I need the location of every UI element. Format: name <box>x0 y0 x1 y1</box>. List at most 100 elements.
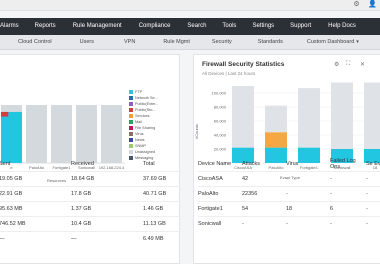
col-total[interactable]: Total <box>143 157 181 172</box>
nav-search[interactable]: Search <box>187 18 206 35</box>
tab-rule-mgmt[interactable]: Rule Mgmt <box>163 35 190 49</box>
user-icon[interactable]: 👤 <box>368 1 377 8</box>
cell-sent: — <box>0 231 71 246</box>
bar-segment[interactable] <box>298 88 320 148</box>
bar-segment[interactable] <box>265 105 287 133</box>
legend-swatch <box>129 90 133 94</box>
cell-device: PaloAlto <box>198 186 242 202</box>
cell-received: 18.64 GB <box>71 171 143 187</box>
legend-swatch <box>129 108 133 112</box>
legend-swatch <box>129 138 133 142</box>
table-row[interactable]: 95.63 MB 1.37 GB 1.46 GB <box>0 201 181 217</box>
tab-vpn[interactable]: VPN <box>124 35 135 49</box>
col-failed-logons[interactable]: Failed Log Ons <box>330 157 366 172</box>
col-received[interactable]: Received <box>71 157 143 172</box>
table-row[interactable]: ——6.49 MB <box>0 231 181 246</box>
cell-attacks: - <box>242 216 286 231</box>
cell-sent: 19.05 GB <box>0 171 71 187</box>
nav-settings[interactable]: Settings <box>252 18 274 35</box>
legend-swatch <box>129 150 133 154</box>
cell-failed-logons: 6 <box>330 201 366 217</box>
legend-swatch <box>129 132 133 136</box>
legend-swatch <box>129 120 133 124</box>
nav-help-docs[interactable]: Help Docs <box>328 18 356 35</box>
table-row[interactable]: 19.05 GB 18.64 GB 37.69 GB <box>0 171 181 187</box>
tab-standards[interactable]: Standards <box>258 35 283 49</box>
nav-reports[interactable]: Reports <box>35 18 56 35</box>
legend-swatch <box>129 114 133 118</box>
traffic-table: Sent Received Total 19.05 GB 18.64 GB 37.6… <box>0 157 181 246</box>
nav-compliance[interactable]: Compliance <box>139 18 171 35</box>
col-sent[interactable]: Sent <box>0 157 71 172</box>
card-subtitle: All Devices | Last 24 hours <box>202 71 256 76</box>
cell-virus: - <box>286 171 330 187</box>
table-row[interactable]: Sonicwall - - - - <box>198 216 380 231</box>
cell-total: 1.46 GB <box>143 201 181 217</box>
cell-events: - <box>366 216 380 231</box>
table-row[interactable]: Fortigate1 54 18 6- <box>198 201 380 217</box>
device-table: Device Name Attacks Virus Failed Log Ons… <box>198 157 380 231</box>
bar-unassigned-segment[interactable] <box>26 105 47 163</box>
cell-total: 6.49 MB <box>143 231 181 246</box>
settings-icon[interactable]: ⚙ <box>334 61 339 68</box>
tab-security[interactable]: Security <box>212 35 232 49</box>
bar-segment[interactable] <box>265 132 287 148</box>
tab-custom-dashboard[interactable]: Custom Dashboard ▾ <box>307 35 359 49</box>
cell-received: — <box>71 231 143 246</box>
legend-label: Virus <box>135 132 144 136</box>
nav-alarms[interactable]: Alarms <box>0 18 19 35</box>
y-axis-label: #Counts <box>194 124 199 139</box>
bar-segment[interactable] <box>232 86 254 148</box>
cell-sent: 95.63 MB <box>0 201 71 217</box>
tab-users[interactable]: Users <box>80 35 94 49</box>
table-row[interactable]: PaloAlto 22356- - - <box>198 186 380 202</box>
y-tick-label: 40,000 <box>214 133 227 138</box>
card-title: Firewall Security Statistics <box>202 61 285 68</box>
col-device-name[interactable]: Device Name <box>198 157 242 172</box>
bar-segment[interactable] <box>364 82 380 150</box>
col-virus[interactable]: Virus <box>286 157 330 172</box>
y-tick-label: 80,000 <box>214 105 227 110</box>
gear-icon[interactable]: ⚙ <box>353 1 360 8</box>
bar-unassigned-segment[interactable] <box>76 105 97 163</box>
cell-device: CiscoASA <box>198 171 242 187</box>
table-row[interactable]: 22.91 GB 17.8 GB 40.71 GB <box>0 186 181 202</box>
cell-device: Sonicwall <box>198 216 242 231</box>
cell-sent: 746.52 MB <box>0 216 71 232</box>
bar-unassigned-segment[interactable] <box>51 105 72 163</box>
legend-label: Mail <box>135 120 142 124</box>
cell-total: 37.69 GB <box>143 171 181 187</box>
cell-failed-logons: - <box>330 216 366 231</box>
table-row[interactable]: 746.52 MB 10.4 GB 11.13 GB <box>0 216 181 232</box>
cell-total: 11.13 GB <box>143 216 181 232</box>
legend-label: Public(Sto... <box>135 108 156 112</box>
nav-support[interactable]: Support <box>290 18 311 35</box>
legend-label: Services <box>135 114 150 118</box>
legend-label: News <box>135 138 145 142</box>
cell-attacks: 42 <box>242 171 286 187</box>
col-attacks[interactable]: Attacks <box>242 157 286 172</box>
cell-failed-logons: - <box>330 186 366 202</box>
table-row[interactable]: CiscoASA 42- - - <box>198 171 380 187</box>
table-header-row: Device Name Attacks Virus Failed Log Ons… <box>198 157 380 172</box>
y-tick-label: 100,000 <box>212 91 227 96</box>
maximize-icon[interactable]: ⛶ <box>346 61 350 68</box>
legend-label: File Sharing <box>135 126 156 130</box>
nav-tools[interactable]: Tools <box>222 18 236 35</box>
legend-label: Unassigned <box>135 150 156 154</box>
cell-received: 1.37 GB <box>71 201 143 217</box>
bar-segment[interactable] <box>331 82 353 150</box>
nav-rule-management[interactable]: Rule Management <box>73 18 122 35</box>
close-icon[interactable]: ✕ <box>360 61 365 68</box>
tab-cloud-control[interactable]: Cloud Control <box>18 35 52 49</box>
cell-attacks: 54 <box>242 201 286 217</box>
cell-attacks: 22356 <box>242 186 286 202</box>
bar-public-segment[interactable] <box>1 111 9 117</box>
bar-unassigned-segment[interactable] <box>1 105 22 112</box>
top-utility-bar: ⚙ 👤 <box>0 0 380 11</box>
legend-label: FTP <box>135 90 143 94</box>
cell-received: 17.8 GB <box>71 186 143 202</box>
bar-unassigned-segment[interactable] <box>101 105 122 163</box>
col-security-events[interactable]: Se Ev <box>366 157 380 172</box>
bar-ftp-segment[interactable] <box>1 111 22 163</box>
